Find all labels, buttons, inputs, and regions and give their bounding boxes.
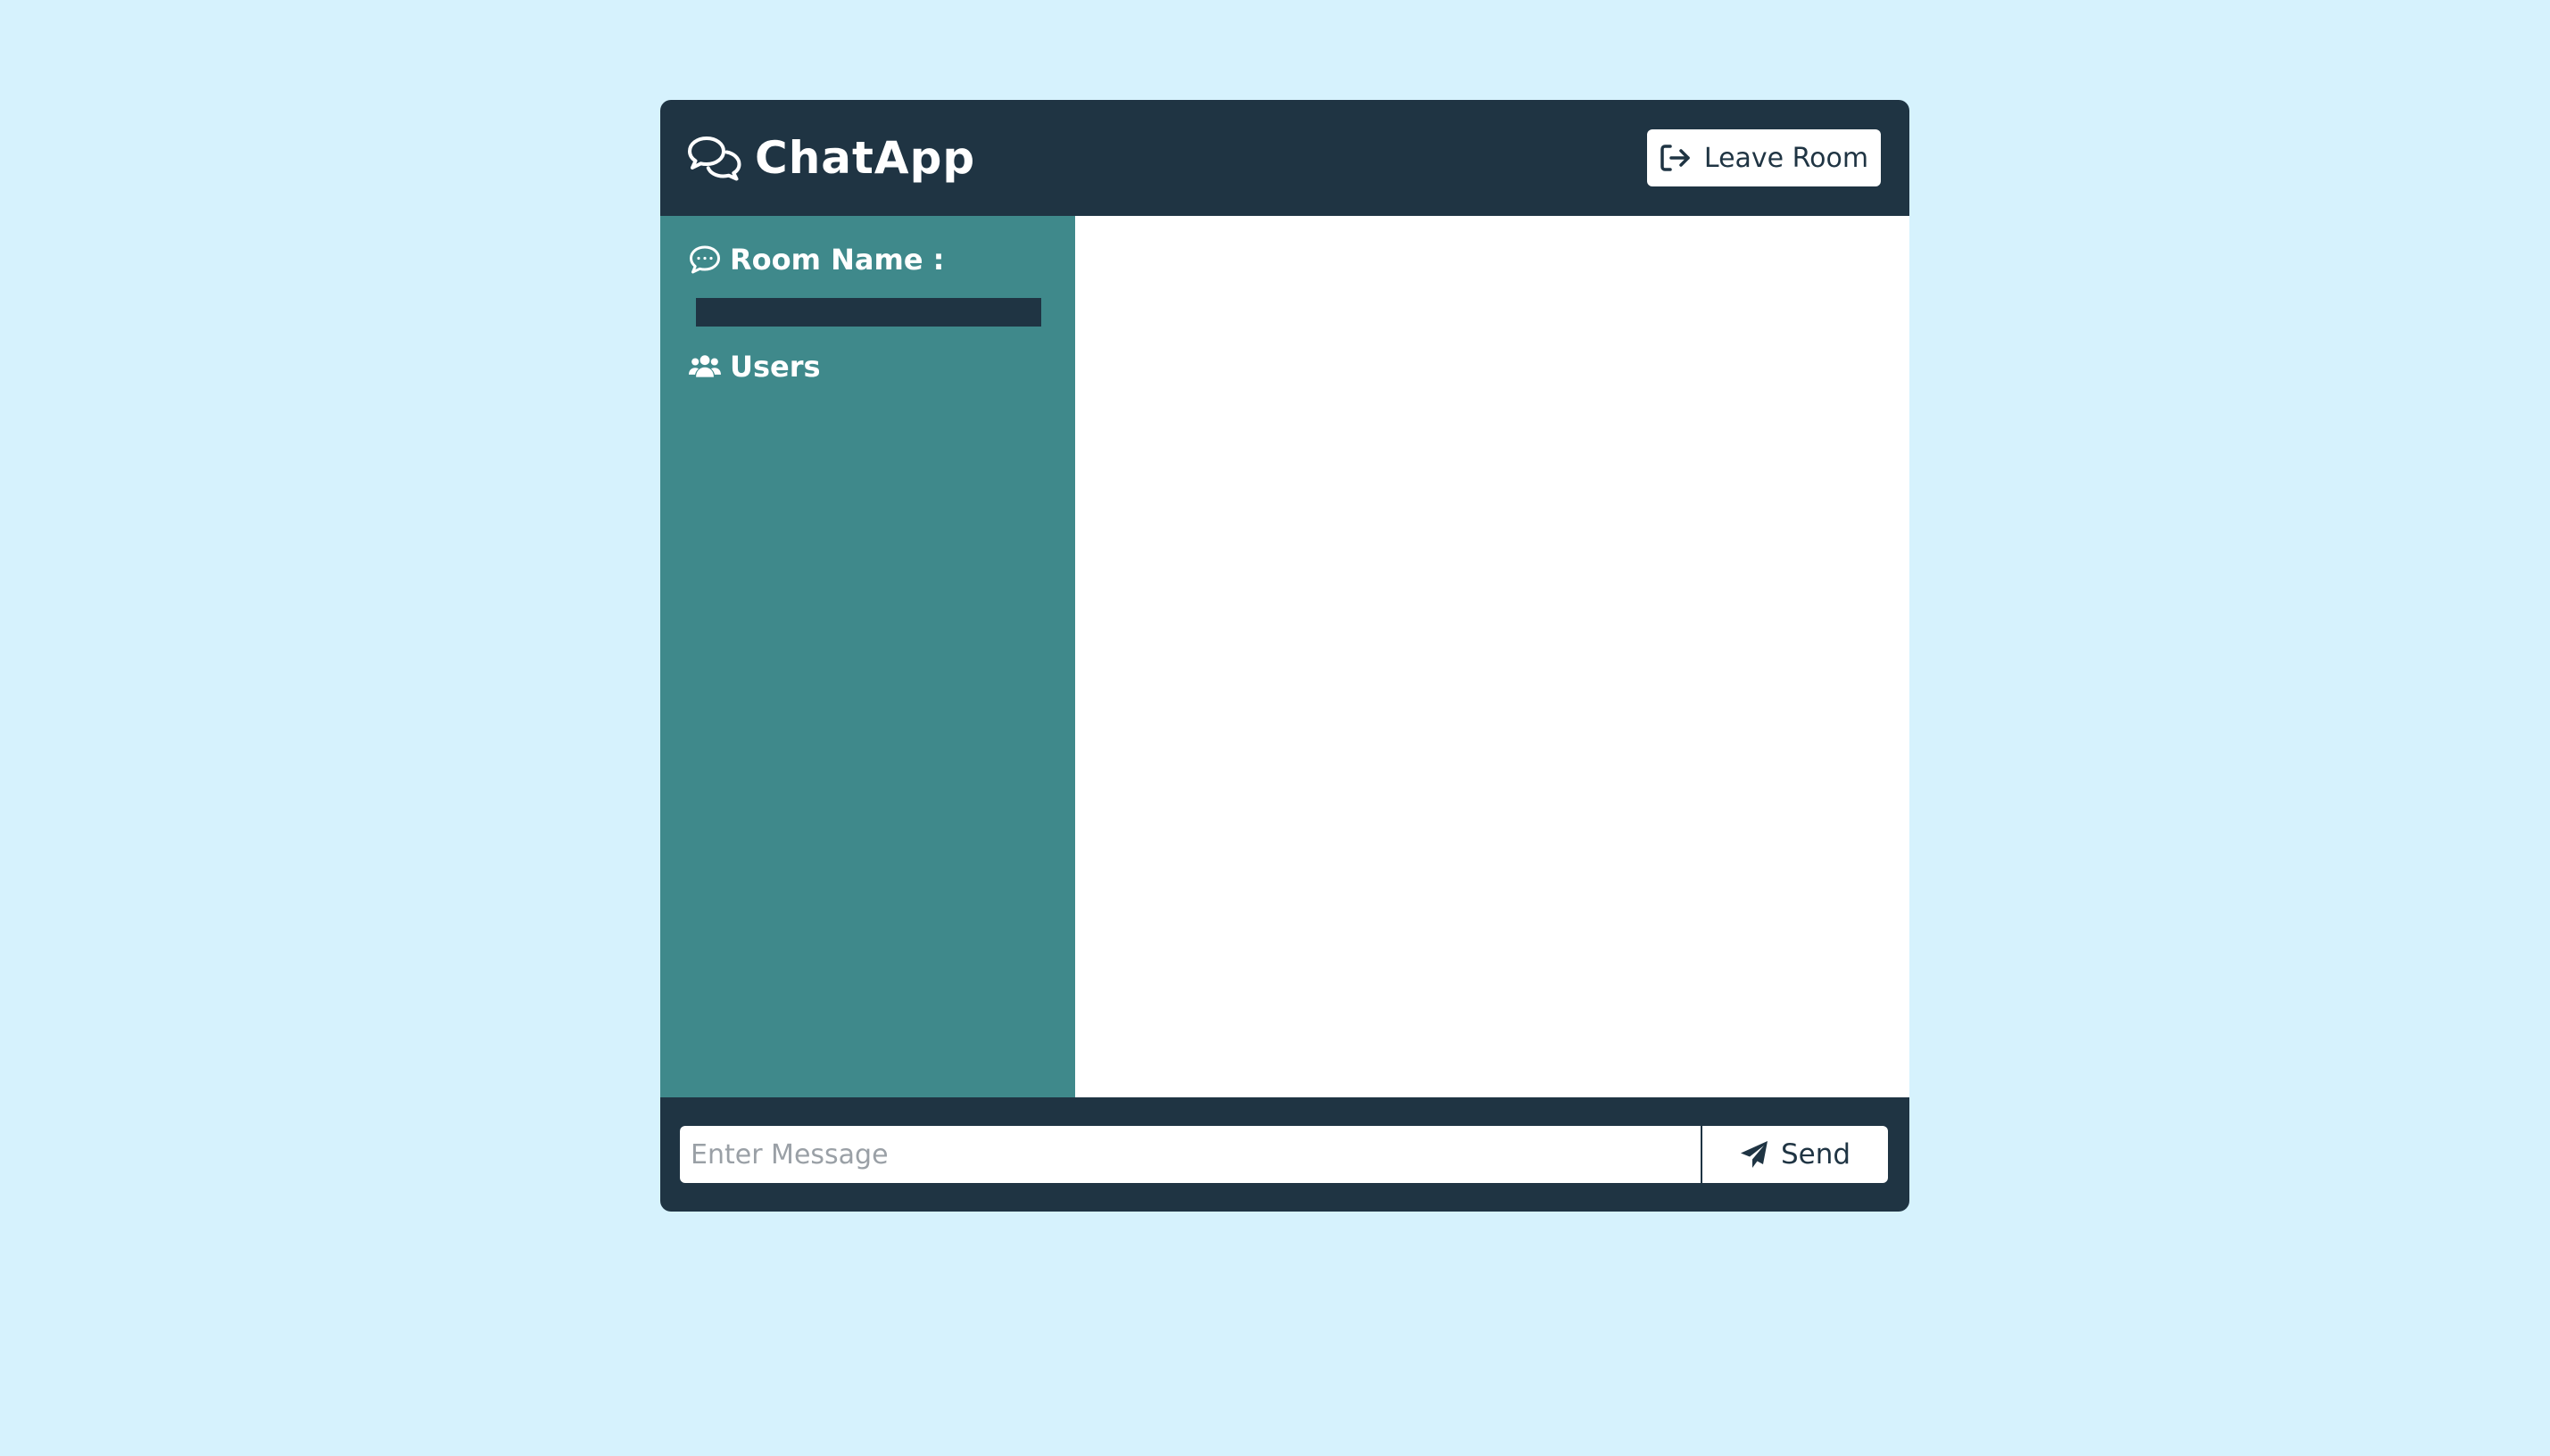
send-button[interactable]: Send [1702, 1126, 1888, 1183]
message-form: Send [680, 1126, 1890, 1183]
send-label: Send [1780, 1138, 1851, 1171]
users-label: Users [730, 350, 821, 384]
comment-dots-icon [689, 244, 721, 275]
leave-room-label: Leave Room [1703, 142, 1869, 174]
sidebar: Room Name : Users [660, 216, 1075, 1097]
app-title: ChatApp [755, 132, 976, 184]
chat-messages[interactable] [1075, 216, 1909, 1097]
paper-plane-icon [1740, 1140, 1768, 1169]
message-input[interactable] [680, 1126, 1701, 1183]
users-icon [689, 352, 721, 382]
room-name-value [696, 298, 1041, 327]
room-name-label: Room Name : [730, 243, 945, 277]
brand: ChatApp [687, 132, 975, 184]
room-name-heading: Room Name : [689, 243, 1048, 277]
sign-out-icon [1660, 144, 1692, 172]
chat-container: ChatApp Leave Room Room Name: Users Ent… [660, 100, 1909, 1212]
leave-room-button[interactable]: Leave Room [1647, 129, 1881, 186]
comments-icon [687, 135, 742, 181]
chat-main: Room Name : Users [660, 216, 1909, 1097]
users-heading: Users [689, 350, 1048, 384]
chat-header: ChatApp Leave Room [660, 100, 1909, 216]
